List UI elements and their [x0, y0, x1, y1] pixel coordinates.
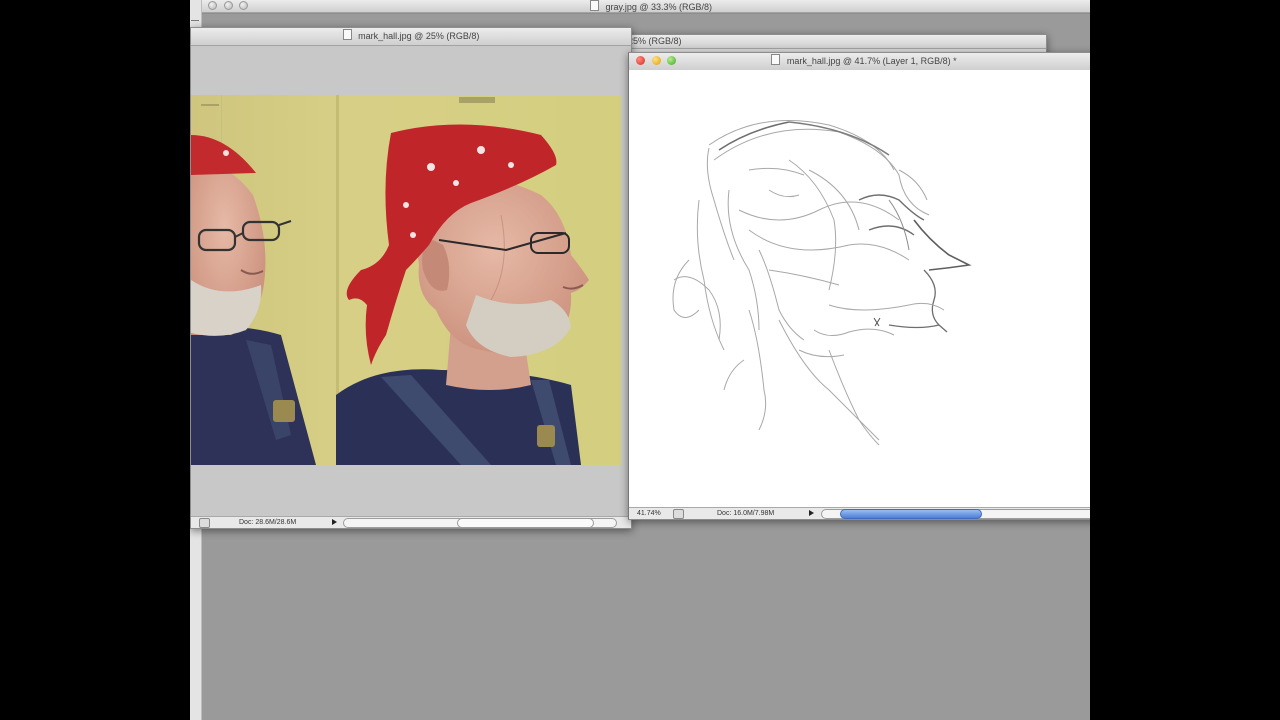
window-title: gray.jpg @ 33.3% (RGB/8) — [605, 2, 713, 12]
scroll-thumb[interactable] — [457, 518, 594, 528]
tool-icon[interactable] — [191, 14, 199, 21]
scroll-thumb[interactable] — [840, 509, 982, 519]
window-middle-titlebar[interactable]: 25% (RGB/8) — [626, 35, 1046, 49]
window-title: mark_hall.jpg @ 25% (RGB/8) — [358, 31, 480, 41]
portrait-photo — [191, 95, 621, 465]
minimize-icon[interactable] — [223, 1, 233, 10]
close-icon[interactable] — [208, 1, 217, 10]
document-size: Doc: 28.6M/28.6M — [239, 519, 297, 526]
triangle-right-icon[interactable] — [809, 510, 814, 516]
window-gray-jpg[interactable]: gray.jpg @ 33.3% (RGB/8) — [200, 0, 1090, 14]
zoom-level[interactable]: 41.74% — [637, 508, 661, 519]
zoom-icon[interactable] — [239, 1, 249, 10]
status-menu-icon[interactable] — [199, 518, 210, 528]
sketch-canvas[interactable] — [629, 70, 1090, 507]
triangle-right-icon[interactable] — [332, 519, 337, 525]
minimize-icon[interactable] — [651, 56, 661, 65]
window-title: mark_hall.jpg @ 41.7% (Layer 1, RGB/8) * — [786, 56, 957, 66]
window-photo-titlebar[interactable]: mark_hall.jpg @ 25% (RGB/8) — [191, 28, 631, 46]
horizontal-scrollbar[interactable] — [343, 518, 617, 528]
pencil-sketch — [672, 120, 972, 446]
window-controls — [208, 1, 252, 12]
photo-statusbar: Doc: 28.6M/28.6M — [191, 516, 631, 528]
horizontal-scrollbar[interactable] — [821, 509, 1090, 519]
close-icon[interactable] — [636, 56, 645, 65]
photoshop-workspace: gray.jpg @ 33.3% (RGB/8) 25% (RGB/8) mar… — [190, 0, 1090, 720]
window-gray-jpg-titlebar[interactable]: gray.jpg @ 33.3% (RGB/8) — [201, 0, 1090, 13]
sketch-strokes — [672, 120, 972, 446]
window-controls — [636, 56, 680, 70]
window-title: 25% (RGB/8) — [628, 36, 682, 46]
document-size: Doc: 16.0M/7.98M — [717, 510, 775, 517]
window-sketch[interactable]: mark_hall.jpg @ 41.7% (Layer 1, RGB/8) * — [628, 52, 1090, 520]
sketch-statusbar: 41.74% Doc: 16.0M/7.98M — [629, 507, 1090, 519]
document-icon — [342, 29, 352, 40]
window-sketch-titlebar[interactable]: mark_hall.jpg @ 41.7% (Layer 1, RGB/8) * — [629, 53, 1090, 71]
document-icon — [589, 0, 599, 11]
status-menu-icon[interactable] — [673, 509, 684, 519]
window-photo[interactable]: mark_hall.jpg @ 25% (RGB/8) Doc: 28.6M/2… — [190, 27, 632, 529]
photo-canvas[interactable] — [191, 95, 621, 465]
document-icon — [771, 54, 781, 65]
zoom-icon[interactable] — [667, 56, 677, 65]
